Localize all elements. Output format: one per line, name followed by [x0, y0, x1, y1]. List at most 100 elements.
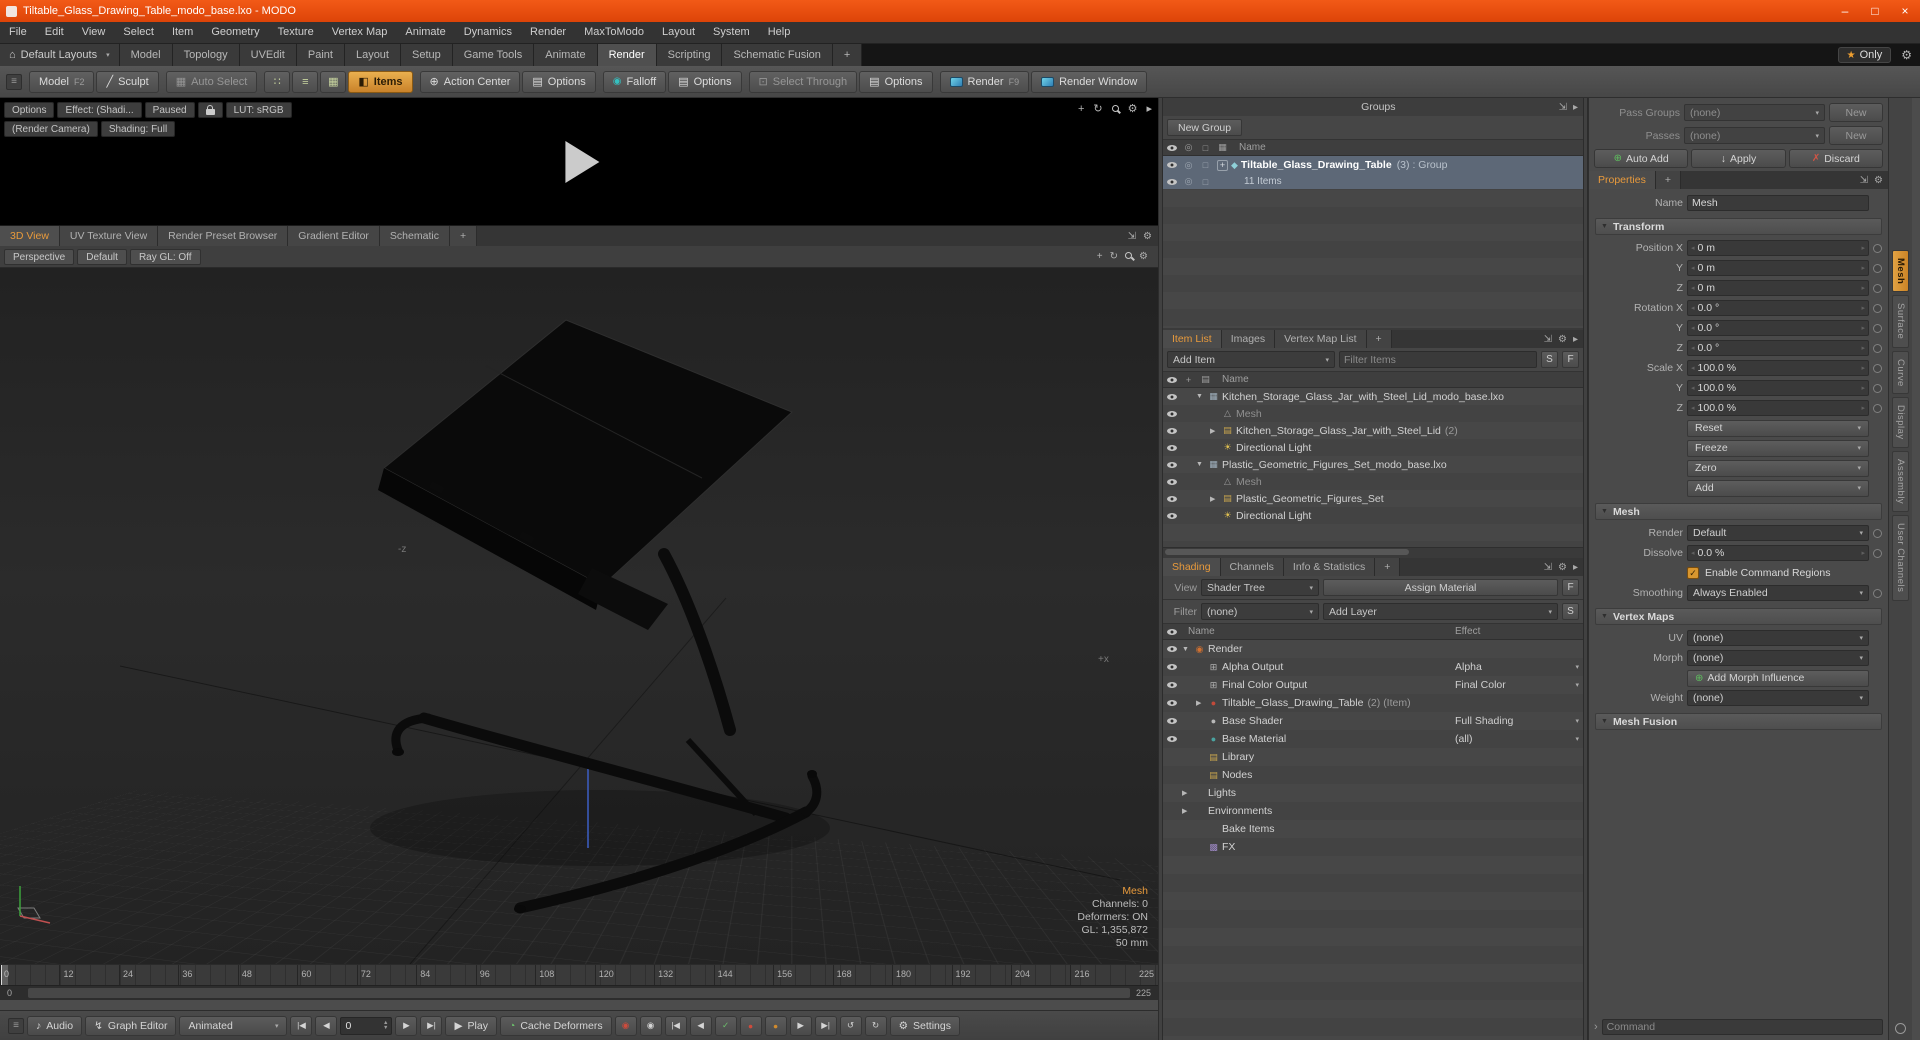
side-tab[interactable]: Curve — [1892, 350, 1909, 395]
edges-mode-button[interactable]: ≡ — [292, 70, 319, 93]
layout-tab[interactable]: Animate — [534, 44, 598, 66]
transform-action-button[interactable]: Reset ▾ — [1687, 419, 1869, 437]
keyframe-dot-icon[interactable] — [1873, 588, 1882, 598]
effect-cell[interactable]: (all) ▾ — [1455, 733, 1583, 745]
effect-cell[interactable]: Alpha ▾ — [1455, 661, 1583, 673]
timeline-range-bar[interactable]: 0 225 — [0, 985, 1158, 1000]
add-item-select[interactable]: Add Item ▾ — [1167, 351, 1335, 368]
menu-item[interactable]: MaxToModo — [575, 22, 653, 43]
visibility-eye-icon[interactable] — [1163, 844, 1180, 850]
panel-menu-icon[interactable]: ▸ — [1573, 562, 1578, 573]
value-field[interactable]: ◂ 0.0 ° ▸ — [1687, 340, 1869, 356]
item-row[interactable]: ▶ Kitchen_Storage_Glass_Jar_with_Steel_L… — [1163, 422, 1583, 439]
record-button[interactable]: ● — [739, 1015, 762, 1036]
raygl-toggle[interactable]: Ray GL: Off — [129, 248, 201, 265]
effect-cell[interactable]: Full Shading ▾ — [1455, 715, 1583, 727]
layout-tab[interactable]: Model — [119, 44, 173, 66]
visibility-eye-icon[interactable] — [1163, 178, 1180, 185]
shading-style-select[interactable]: Default — [77, 248, 127, 265]
transform-action-button[interactable]: Zero ▾ — [1687, 459, 1869, 477]
visibility-eye-icon[interactable] — [1163, 162, 1180, 168]
group-row[interactable]: ◎ □ + ◆ Tiltable_Glass_Drawing_Table (3)… — [1163, 156, 1583, 174]
panel-menu-icon[interactable]: ▸ — [1146, 102, 1152, 115]
visibility-eye-icon[interactable] — [1163, 478, 1180, 485]
item-row[interactable]: ▼ Plastic_Geometric_Figures_Set_modo_bas… — [1163, 456, 1583, 473]
new-pass-group-button[interactable]: New — [1829, 103, 1883, 122]
side-tab[interactable]: User Channels — [1892, 515, 1909, 601]
shader-row[interactable]: Final Color Output Final Color▾ — [1163, 676, 1583, 694]
menu-item[interactable]: Layout — [653, 22, 704, 43]
expand-arrow-icon[interactable]: ▶ — [1210, 427, 1221, 435]
transform-action-button[interactable]: Freeze ▾ — [1687, 439, 1869, 457]
frame-input[interactable] — [341, 1019, 383, 1032]
visibility-eye-icon[interactable] — [1163, 427, 1180, 434]
expand-panel-icon[interactable]: ⇲ — [1544, 562, 1552, 573]
morph-select[interactable]: (none) ▾ — [1687, 650, 1869, 666]
vertex-maps-section-header[interactable]: ▼ Vertex Maps — [1595, 608, 1882, 625]
horizontal-scrollbar[interactable] — [1163, 547, 1583, 556]
shader-row[interactable]: Base Material (all)▾ — [1163, 730, 1583, 748]
menu-item[interactable]: Render — [521, 22, 575, 43]
spinner-icon[interactable]: ▲ ▼ — [383, 1020, 391, 1031]
visibility-eye-icon[interactable] — [1163, 754, 1180, 760]
auto-key-button[interactable]: ◉ — [614, 1015, 637, 1036]
visibility-eye-icon[interactable] — [1163, 682, 1180, 688]
zoom-icon[interactable] — [1125, 251, 1133, 262]
layout-tab[interactable]: UVEdit — [239, 44, 297, 66]
tab-properties[interactable]: Properties — [1589, 171, 1656, 189]
default-layouts-select[interactable]: ⌂ Default Layouts ▾ — [0, 44, 120, 66]
item-row[interactable]: ▼ Kitchen_Storage_Glass_Jar_with_Steel_L… — [1163, 388, 1583, 405]
menu-item[interactable]: Dynamics — [455, 22, 521, 43]
name-input[interactable] — [1687, 195, 1869, 211]
value-field[interactable]: ◂ 0 m ▸ — [1687, 240, 1869, 256]
audio-button[interactable]: ♪ Audio — [27, 1015, 83, 1036]
render-preview-strip[interactable]: Options Effect: (Shadi... Paused LUT: sR… — [0, 98, 1158, 226]
preview-options-button[interactable]: Options — [4, 102, 55, 118]
expand-arrow-icon[interactable]: ▶ — [1182, 789, 1193, 797]
add-layer-select[interactable]: Add Layer ▾ — [1323, 603, 1558, 620]
side-tab[interactable]: Surface — [1892, 295, 1909, 348]
gear-icon[interactable]: ⚙ — [1143, 231, 1152, 242]
value-field[interactable]: ◂ 0 m ▸ — [1687, 280, 1869, 296]
viewport-tab[interactable]: + — [449, 226, 478, 246]
pan-icon[interactable]: + — [1078, 103, 1084, 115]
render-select[interactable]: Default ▾ — [1687, 525, 1869, 541]
mesh-fusion-section-header[interactable]: ▼ Mesh Fusion — [1595, 713, 1882, 730]
cache-deformers-button[interactable]: ◔ Cache Deformers — [499, 1015, 612, 1036]
mesh-section-header[interactable]: ▼ Mesh — [1595, 503, 1882, 520]
visibility-eye-icon[interactable] — [1163, 808, 1180, 814]
keyframe-dot-icon[interactable] — [1873, 243, 1882, 253]
filter-items-input[interactable] — [1339, 351, 1537, 368]
visibility-eye-icon[interactable] — [1163, 646, 1180, 652]
key-toggle-button[interactable]: ◉ — [639, 1015, 662, 1036]
transform-section-header[interactable]: ▼ Transform — [1595, 218, 1882, 235]
sculpt-mode-button[interactable]: ╱ Sculpt — [96, 70, 159, 93]
select-through-button[interactable]: ⊡ Select Through — [748, 70, 858, 93]
item-row[interactable]: Mesh — [1163, 405, 1583, 422]
previous-frame-button[interactable]: ◀ — [315, 1015, 338, 1036]
expand-plus-icon[interactable]: + — [1217, 159, 1228, 171]
pan-icon[interactable]: + — [1097, 251, 1103, 262]
menu-item[interactable]: View — [73, 22, 115, 43]
render-toggle-icon[interactable]: ◎ — [1180, 176, 1197, 187]
visibility-eye-icon[interactable] — [1163, 410, 1180, 417]
panel-tab[interactable]: Images — [1221, 330, 1276, 348]
side-tab[interactable]: Assembly — [1892, 451, 1909, 513]
polygons-mode-button[interactable]: ▦ — [320, 70, 347, 93]
loop-forward-button[interactable]: ↻ — [864, 1015, 887, 1036]
visibility-eye-icon[interactable] — [1163, 718, 1180, 724]
value-field[interactable]: ◂ 100.0 % ▸ — [1687, 400, 1869, 416]
shader-tree-select[interactable]: Shader Tree ▾ — [1201, 579, 1319, 596]
shader-row[interactable]: Base Shader Full Shading▾ — [1163, 712, 1583, 730]
transport-thumb-icon[interactable]: ≡ — [8, 1017, 24, 1034]
layout-tab[interactable]: Setup — [400, 44, 453, 66]
viewport-tab[interactable]: Schematic — [379, 226, 450, 246]
current-frame-field[interactable]: ▲▼ — [340, 1016, 393, 1035]
zoom-icon[interactable] — [1111, 105, 1119, 112]
panel-tab[interactable]: Shading — [1163, 558, 1221, 576]
auto-add-button[interactable]: ⊕ Auto Add — [1594, 149, 1689, 168]
menu-item[interactable]: Edit — [36, 22, 73, 43]
close-button[interactable]: × — [1890, 0, 1920, 22]
add-tab-button[interactable]: + — [1655, 171, 1681, 189]
lock-toggle-icon[interactable]: □ — [1197, 177, 1214, 187]
